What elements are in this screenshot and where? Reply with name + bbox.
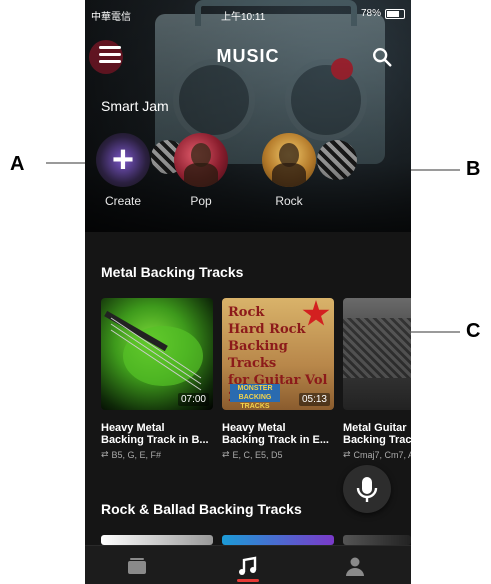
smart-jam-label: Pop xyxy=(190,194,212,208)
active-tab-indicator xyxy=(237,579,259,582)
track-duration: 07:00 xyxy=(177,393,209,406)
amp-grille xyxy=(343,318,411,378)
create-avatar[interactable]: + xyxy=(96,133,150,187)
annotation-b: B xyxy=(466,158,481,180)
phone-screen: 中華電信 上午10:11 78% MUSIC Smart Jam + Creat… xyxy=(85,0,411,584)
track-title-line2: Backing Track in E... xyxy=(222,434,329,446)
track-thumbnail[interactable]: 07:00 xyxy=(101,298,213,410)
chords-row: ⇄ E, C, E5, D5 xyxy=(222,449,334,460)
chord-icon: ⇄ xyxy=(101,449,109,459)
battery-group: 78% xyxy=(361,8,405,19)
chord-icon: ⇄ xyxy=(343,449,351,459)
annotation-c: C xyxy=(466,320,481,342)
track-title-line2: Backing Track in B... xyxy=(101,434,209,446)
search-icon[interactable] xyxy=(371,46,393,68)
track-thumbnail[interactable] xyxy=(343,298,411,410)
track-title-line1: Heavy Metal xyxy=(101,422,165,434)
album-art-banner: MONSTER BACKING TRACKS xyxy=(230,384,280,410)
smart-jam-pop[interactable]: Pop xyxy=(171,133,231,208)
track-card[interactable]: Rock Hard Rock Backing Tracks for Guitar… xyxy=(222,298,334,460)
smart-jam-create[interactable]: + Create xyxy=(93,133,153,208)
track-card[interactable]: Metal Guitar Backing Trac ⇄ Cmaj7, Cm7, … xyxy=(343,298,411,460)
track-title-line1: Metal Guitar xyxy=(343,422,407,434)
track-chords: E, C, E5, D5 xyxy=(232,449,283,460)
tab-library-icon[interactable] xyxy=(125,554,149,578)
microphone-icon xyxy=(356,477,378,502)
battery-icon xyxy=(385,8,405,19)
track-title-line1: Heavy Metal xyxy=(222,422,286,434)
chords-row: ⇄ B5, G, E, F# xyxy=(101,449,213,460)
carrier-text: 中華電信 xyxy=(91,12,131,23)
pop-avatar[interactable] xyxy=(174,133,228,187)
smart-jam-label: Create xyxy=(104,194,142,208)
chords-row: ⇄ Cmaj7, Cm7, A xyxy=(343,449,411,460)
clock-text: 上午10:11 xyxy=(221,12,266,23)
rock-card-preview[interactable] xyxy=(343,535,411,545)
smart-jam-label: Rock xyxy=(275,194,303,208)
track-card[interactable]: 07:00 Heavy Metal Backing Track in B... … xyxy=(101,298,213,460)
track-title-line2: Backing Trac xyxy=(343,434,411,446)
annotation-a: A xyxy=(10,153,25,175)
track-chords: B5, G, E, F# xyxy=(111,449,162,460)
chord-icon: ⇄ xyxy=(222,449,230,459)
battery-percent: 78% xyxy=(360,8,381,19)
voice-search-button[interactable] xyxy=(343,465,391,513)
smart-jam-rock[interactable]: Rock xyxy=(259,133,319,208)
rock-avatar[interactable] xyxy=(262,133,316,187)
tab-profile-icon[interactable] xyxy=(343,554,367,578)
track-duration: 05:13 xyxy=(298,393,330,406)
plus-icon: + xyxy=(111,139,135,181)
track-chords: Cmaj7, Cm7, A xyxy=(353,449,411,460)
tab-music-note-icon[interactable] xyxy=(235,554,259,578)
rock-section-title: Rock & Ballad Backing Tracks xyxy=(101,501,302,517)
smart-jam-title: Smart Jam xyxy=(101,98,169,114)
top-navbar: MUSIC xyxy=(85,38,411,78)
track-thumbnail[interactable]: Rock Hard Rock Backing Tracks for Guitar… xyxy=(222,298,334,410)
rock-card-preview[interactable] xyxy=(101,535,213,545)
metal-section-title: Metal Backing Tracks xyxy=(101,264,244,280)
rock-card-preview[interactable] xyxy=(222,535,334,545)
page-title: MUSIC xyxy=(216,46,280,66)
bottom-tab-bar xyxy=(85,545,411,584)
status-bar: 中華電信 上午10:11 78% xyxy=(85,0,411,26)
